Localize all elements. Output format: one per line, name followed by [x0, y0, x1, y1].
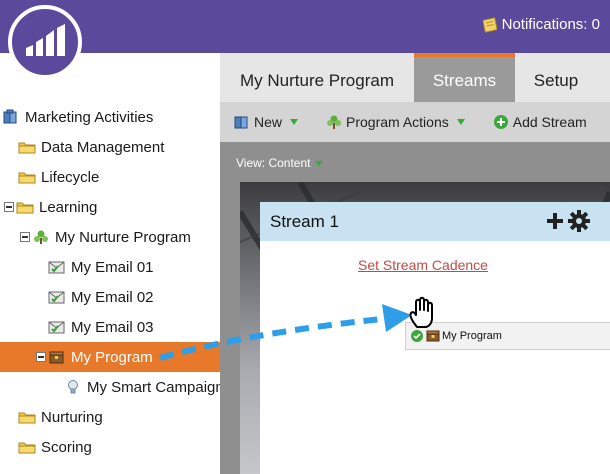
- program-tabs: My Nurture Program Streams Setup: [220, 53, 610, 102]
- email-icon: [48, 261, 65, 274]
- program-actions-button[interactable]: Program Actions: [326, 114, 465, 130]
- dropdown-arrow-icon: [314, 160, 323, 166]
- collapse-toggle-icon[interactable]: [36, 352, 46, 362]
- logo-bars-icon: [26, 24, 65, 56]
- tab-streams[interactable]: Streams: [414, 53, 515, 102]
- tab-my-nurture-program[interactable]: My Nurture Program: [220, 53, 414, 102]
- tree-item-label: Data Management: [41, 138, 165, 156]
- tree-item-lifecycle[interactable]: Lifecycle: [0, 162, 220, 192]
- tree-item-label: My Nurture Program: [55, 228, 191, 246]
- view-selector[interactable]: View: Content: [236, 156, 323, 170]
- folder-icon: [18, 172, 36, 184]
- hand-cursor-icon: [409, 296, 433, 328]
- tree-item-label: Nurturing: [41, 408, 103, 426]
- collapse-toggle-icon[interactable]: [20, 232, 30, 242]
- add-icon: [493, 115, 508, 129]
- add-stream-label: Add Stream: [512, 114, 587, 130]
- tree-item-my-email-03[interactable]: My Email 03: [0, 312, 220, 342]
- tree-item-label: My Email 03: [71, 318, 154, 336]
- view-label: View: Content: [236, 156, 311, 170]
- marketing-activities-icon: [3, 109, 17, 124]
- dropdown-arrow-icon: [290, 119, 299, 125]
- tab-setup[interactable]: Setup: [515, 53, 597, 102]
- folder-icon: [16, 202, 34, 214]
- folder-icon: [18, 412, 36, 424]
- tree-item-my-program[interactable]: My Program: [0, 342, 220, 372]
- stream-panel: Stream 1 Set Stream Cadence My Program: [260, 202, 610, 474]
- add-content-icon[interactable]: [546, 212, 564, 230]
- tree-item-label: My Program: [71, 348, 153, 366]
- nurture-program-icon: [34, 230, 48, 244]
- stream-header: Stream 1: [260, 202, 610, 241]
- notification-note-icon: [482, 16, 497, 33]
- tree-item-label: Learning: [39, 198, 98, 216]
- notifications-button[interactable]: Notifications: 0: [482, 16, 600, 33]
- program-actions-icon: [327, 115, 342, 129]
- tree-item-label: My Email 02: [71, 288, 154, 306]
- stream-content-item-label: My Program: [442, 330, 502, 342]
- stream-tools: [546, 210, 590, 232]
- set-stream-cadence-link[interactable]: Set Stream Cadence: [358, 257, 488, 273]
- tree-item-label: Marketing Activities: [25, 108, 154, 126]
- program-icon: [426, 330, 440, 342]
- email-icon: [48, 291, 65, 304]
- tree-item-marketing-activities[interactable]: Marketing Activities: [0, 102, 220, 132]
- approved-check-icon: [411, 330, 423, 342]
- tree-item-my-smart-campaign[interactable]: My Smart Campaign: [0, 372, 224, 402]
- tree-item-label: Scoring: [41, 438, 92, 456]
- folder-icon: [18, 142, 36, 154]
- notifications-label: Notifications: 0: [501, 16, 600, 33]
- dropdown-arrow-icon: [456, 119, 465, 125]
- new-menu-button[interactable]: New: [234, 114, 299, 130]
- tree-item-label: My Smart Campaign: [87, 378, 224, 396]
- smart-campaign-icon: [68, 380, 78, 394]
- gear-icon[interactable]: [568, 210, 590, 232]
- new-label: New: [254, 114, 283, 130]
- marketo-logo[interactable]: [8, 5, 82, 79]
- tree-item-label: My Email 01: [71, 258, 154, 276]
- collapse-toggle-icon[interactable]: [4, 202, 14, 212]
- new-icon: [234, 116, 248, 129]
- program-actions-label: Program Actions: [346, 114, 449, 130]
- program-icon: [49, 351, 64, 364]
- add-stream-button[interactable]: Add Stream: [493, 114, 587, 130]
- tree-item-learning[interactable]: Learning: [0, 192, 220, 222]
- marketing-tree: Marketing Activities Data Management Lif…: [0, 102, 224, 462]
- tree-item-nurturing[interactable]: Nurturing: [0, 402, 220, 432]
- tree-item-data-management[interactable]: Data Management: [0, 132, 220, 162]
- folder-icon: [18, 442, 36, 454]
- stream-title: Stream 1: [270, 211, 339, 231]
- tree-item-my-email-02[interactable]: My Email 02: [0, 282, 220, 312]
- tree-item-my-email-01[interactable]: My Email 01: [0, 252, 220, 282]
- tree-item-scoring[interactable]: Scoring: [0, 432, 220, 462]
- email-icon: [48, 321, 65, 334]
- top-header: Notifications: 0: [0, 0, 610, 53]
- tree-item-label: Lifecycle: [41, 168, 100, 186]
- tree-item-my-nurture-program[interactable]: My Nurture Program: [0, 222, 220, 252]
- sidebar: Marketing Activities Data Management Lif…: [0, 53, 224, 474]
- toolbar: New Program Actions Add Stream: [220, 102, 610, 142]
